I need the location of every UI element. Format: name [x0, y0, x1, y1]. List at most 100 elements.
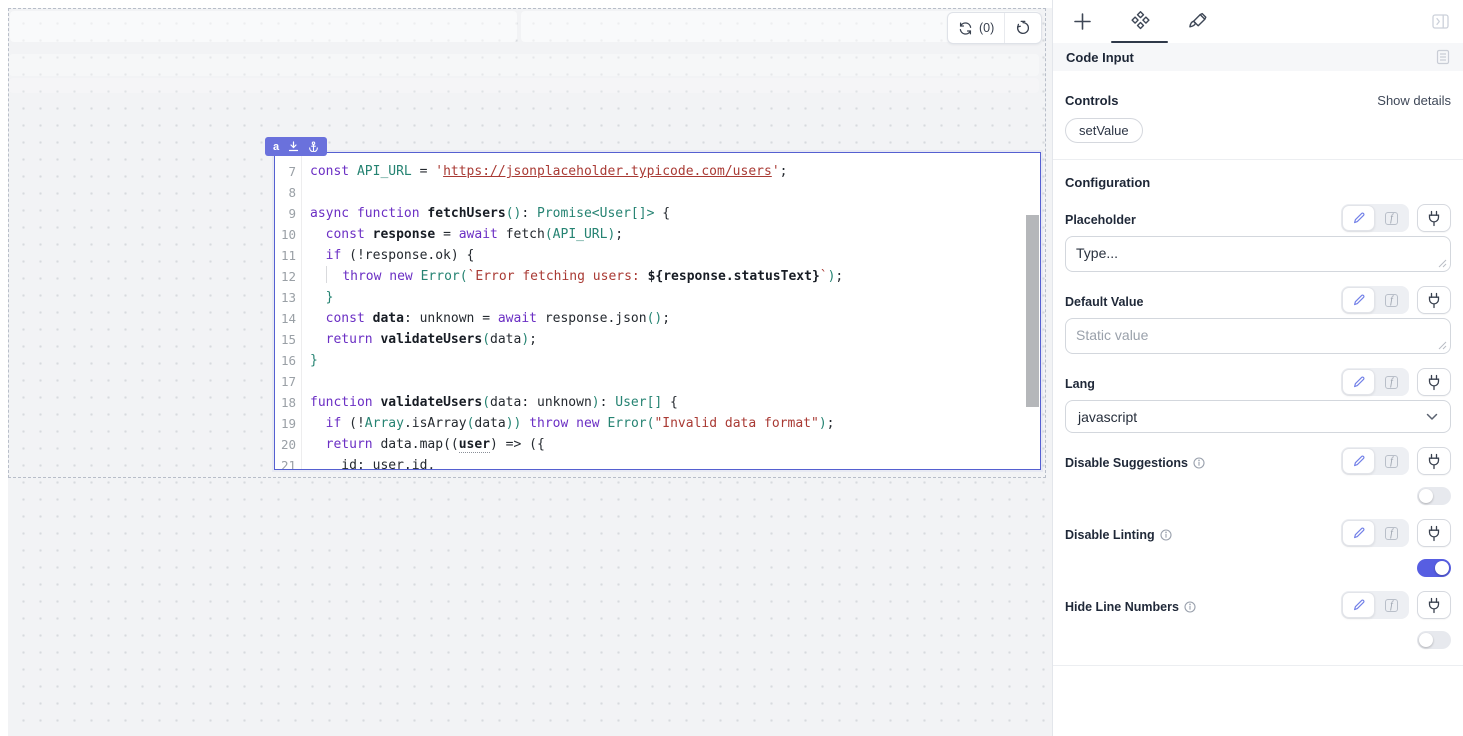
plug-button[interactable] — [1417, 204, 1451, 232]
pencil-icon-button[interactable] — [1342, 592, 1375, 618]
default-value-input[interactable]: Static value — [1065, 318, 1451, 354]
widget-name-label: a — [273, 141, 279, 153]
code-line[interactable]: 8 — [275, 182, 1040, 203]
canvas-band — [9, 54, 1039, 76]
line-number: 11 — [275, 245, 302, 266]
add-widget-tab[interactable] — [1072, 12, 1092, 32]
code-line[interactable]: 14 const data: unknown = await response.… — [275, 308, 1040, 329]
field-label: Default Value — [1065, 295, 1144, 314]
code-line[interactable]: 20 return data.map((user) => ({ — [275, 434, 1040, 455]
plug-button[interactable] — [1417, 519, 1451, 547]
info-icon[interactable] — [1160, 529, 1172, 541]
collapse-panel-icon — [1432, 14, 1449, 29]
disable-linting-toggle[interactable] — [1417, 559, 1451, 577]
resize-handle-icon[interactable] — [1438, 341, 1447, 350]
code-text: async function fetchUsers(): Promise<Use… — [302, 203, 670, 224]
plug-button[interactable] — [1417, 447, 1451, 475]
placeholder-input[interactable]: Type... — [1065, 236, 1451, 272]
content-tab[interactable] — [1130, 12, 1150, 32]
code-editor[interactable]: 67const API_URL = 'https://jsonplacehold… — [275, 153, 1040, 469]
line-number: 12 — [275, 266, 302, 287]
info-icon[interactable] — [1184, 601, 1196, 613]
pencil-icon-button[interactable] — [1342, 369, 1375, 395]
code-line[interactable]: 12 throw new Error(`Error fetching users… — [275, 266, 1040, 287]
code-line[interactable]: 15 return validateUsers(data); — [275, 329, 1040, 350]
line-number: 15 — [275, 329, 302, 350]
canvas-band — [9, 78, 1039, 93]
anchor-icon[interactable] — [308, 141, 319, 152]
code-line[interactable]: 10 const response = await fetch(API_URL)… — [275, 224, 1040, 245]
function-icon: f — [1385, 212, 1398, 225]
line-number: 13 — [275, 287, 302, 308]
pencil-icon-button[interactable] — [1342, 287, 1375, 313]
pencil-icon — [1352, 526, 1366, 540]
docs-icon[interactable] — [1436, 49, 1450, 65]
style-tab[interactable] — [1188, 12, 1208, 32]
plug-button[interactable] — [1417, 286, 1451, 314]
history-icon — [1015, 20, 1031, 36]
code-line[interactable]: 11 if (!response.ok) { — [275, 245, 1040, 266]
function-icon-button[interactable]: f — [1375, 592, 1408, 618]
show-details-link[interactable]: Show details — [1377, 93, 1451, 108]
binding-mode-switch: f — [1341, 447, 1409, 475]
code-line[interactable]: 6 — [275, 153, 1040, 161]
pencil-icon-button[interactable] — [1342, 520, 1375, 546]
code-text: return data.map((user) => ({ — [302, 434, 545, 455]
widget-name-toolbar[interactable]: a — [265, 137, 327, 156]
function-icon-button[interactable]: f — [1375, 287, 1408, 313]
code-text: const response = await fetch(API_URL); — [302, 224, 623, 245]
field-label: Hide Line Numbers — [1065, 600, 1196, 619]
pencil-icon-button[interactable] — [1342, 448, 1375, 474]
code-input-widget[interactable]: 67const API_URL = 'https://jsonplacehold… — [274, 152, 1041, 470]
code-line[interactable]: 7const API_URL = 'https://jsonplaceholde… — [275, 161, 1040, 182]
plug-button[interactable] — [1417, 368, 1451, 396]
code-text: if (!Array.isArray(data)) throw new Erro… — [302, 413, 834, 434]
pencil-icon — [1352, 375, 1366, 389]
active-tab-indicator — [1111, 41, 1168, 43]
config-field-disable-suggestions: Disable Suggestionsf — [1065, 445, 1451, 505]
binding-mode-switch: f — [1341, 519, 1409, 547]
editor-scrollbar[interactable] — [1026, 215, 1039, 407]
controls-title: Controls — [1065, 93, 1118, 108]
code-line[interactable]: 18function validateUsers(data: unknown):… — [275, 392, 1040, 413]
lang-select[interactable]: javascript — [1065, 400, 1451, 433]
toggle-knob — [1435, 561, 1449, 575]
function-icon-button[interactable]: f — [1375, 369, 1408, 395]
history-button[interactable] — [1005, 13, 1041, 43]
code-text: } — [302, 350, 318, 371]
field-label: Placeholder — [1065, 213, 1136, 232]
toggle-knob — [1419, 489, 1433, 503]
code-text: const data: unknown = await response.jso… — [302, 308, 670, 329]
function-icon-button[interactable]: f — [1375, 520, 1408, 546]
line-number: 14 — [275, 308, 302, 329]
code-line[interactable]: 9async function fetchUsers(): Promise<Us… — [275, 203, 1040, 224]
collapse-panel-button[interactable] — [1432, 14, 1449, 29]
code-line[interactable]: 21 id: user.id, — [275, 455, 1040, 469]
sync-button[interactable]: (0) — [948, 13, 1004, 43]
code-line[interactable]: 16} — [275, 350, 1040, 371]
info-icon[interactable] — [1193, 457, 1205, 469]
editor-canvas[interactable]: (0) a — [0, 0, 1052, 736]
code-text: return validateUsers(data); — [302, 329, 537, 350]
insert-below-icon[interactable] — [288, 141, 299, 152]
pencil-icon — [1352, 293, 1366, 307]
pencil-icon-button[interactable] — [1342, 205, 1375, 231]
function-icon-button[interactable]: f — [1375, 448, 1408, 474]
function-icon-button[interactable]: f — [1375, 205, 1408, 231]
field-controls: f — [1341, 591, 1451, 619]
disable-suggestions-toggle[interactable] — [1417, 487, 1451, 505]
resize-handle-icon[interactable] — [1438, 259, 1447, 268]
method-setvalue[interactable]: setValue — [1065, 118, 1143, 143]
config-field-disable-linting: Disable Lintingf — [1065, 517, 1451, 577]
code-line[interactable]: 19 if (!Array.isArray(data)) throw new E… — [275, 413, 1040, 434]
hide-line-numbers-toggle[interactable] — [1417, 631, 1451, 649]
binding-mode-switch: f — [1341, 368, 1409, 396]
binding-mode-switch: f — [1341, 204, 1409, 232]
field-controls: f — [1341, 519, 1451, 547]
sync-button-group: (0) — [947, 12, 1042, 44]
binding-mode-switch: f — [1341, 286, 1409, 314]
code-line[interactable]: 17 — [275, 371, 1040, 392]
chevron-down-icon — [1426, 413, 1438, 421]
code-line[interactable]: 13 } — [275, 287, 1040, 308]
plug-button[interactable] — [1417, 591, 1451, 619]
